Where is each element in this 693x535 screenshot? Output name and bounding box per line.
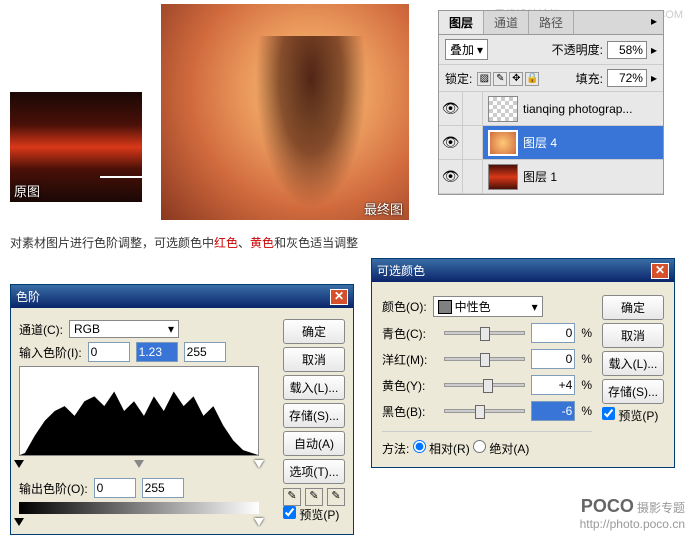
before-image: 原图 bbox=[10, 92, 142, 202]
histogram bbox=[19, 366, 259, 456]
cyan-slider[interactable] bbox=[444, 331, 525, 335]
channel-label: 通道(C): bbox=[19, 321, 63, 338]
fill-label: 填充: bbox=[576, 70, 603, 87]
opacity-label: 不透明度: bbox=[552, 41, 603, 58]
tab-paths[interactable]: 路径 bbox=[529, 11, 574, 34]
dialog-title: 色阶 bbox=[16, 288, 40, 305]
lock-label: 锁定: bbox=[445, 70, 472, 87]
output-shadow[interactable] bbox=[94, 478, 136, 498]
layer-name: tianqing photograp... bbox=[523, 102, 632, 116]
black-value[interactable] bbox=[531, 401, 575, 421]
after-label: 最终图 bbox=[364, 199, 403, 218]
magenta-value[interactable] bbox=[531, 349, 575, 369]
colors-label: 颜色(O): bbox=[382, 298, 427, 315]
input-shadow[interactable] bbox=[88, 342, 130, 362]
layer-name: 图层 1 bbox=[523, 168, 557, 185]
options-button[interactable]: 选项(T)... bbox=[283, 459, 345, 484]
preview-checkbox[interactable]: 预览(P) bbox=[283, 508, 339, 522]
opacity-stepper-icon[interactable]: ▸ bbox=[651, 43, 657, 57]
fill-input[interactable]: 72% bbox=[607, 69, 647, 87]
visibility-toggle[interactable]: 👁 bbox=[439, 92, 463, 125]
lock-buttons[interactable]: ▨✎✥🔒 bbox=[476, 70, 540, 86]
preview-checkbox[interactable]: 预览(P) bbox=[602, 409, 658, 423]
black-label: 黑色(B): bbox=[382, 403, 438, 420]
before-label: 原图 bbox=[14, 181, 40, 200]
method-label: 方法: bbox=[382, 442, 409, 456]
input-levels-label: 输入色阶(I): bbox=[19, 344, 82, 361]
chevron-down-icon: ▾ bbox=[477, 43, 483, 57]
cyan-label: 青色(C): bbox=[382, 325, 438, 342]
layer-row[interactable]: 👁 图层 1 bbox=[439, 160, 663, 194]
yellow-slider[interactable] bbox=[444, 383, 525, 387]
chevron-down-icon: ▾ bbox=[532, 300, 538, 314]
layer-thumbnail bbox=[488, 164, 518, 190]
save-button[interactable]: 存储(S)... bbox=[602, 379, 664, 404]
close-button[interactable]: ✕ bbox=[651, 263, 669, 279]
output-sliders[interactable] bbox=[19, 518, 259, 526]
method-absolute-radio[interactable]: 绝对(A) bbox=[473, 442, 529, 456]
load-button[interactable]: 载入(L)... bbox=[283, 375, 345, 400]
input-sliders[interactable] bbox=[19, 460, 259, 468]
output-gradient bbox=[19, 502, 259, 514]
levels-dialog: 色阶 ✕ 通道(C): RGB▾ 输入色阶(I): 输出色阶(O): 确定 bbox=[10, 284, 354, 535]
method-relative-radio[interactable]: 相对(R) bbox=[413, 442, 470, 456]
visibility-toggle[interactable]: 👁 bbox=[439, 126, 463, 159]
input-gamma[interactable] bbox=[136, 342, 178, 362]
cancel-button[interactable]: 取消 bbox=[602, 323, 664, 348]
tab-layers[interactable]: 图层 bbox=[439, 11, 484, 34]
layers-panel: 图层 通道 路径 ▸ 叠加 ▾ 不透明度: 58%▸ 锁定: ▨✎✥🔒 填充: … bbox=[438, 10, 664, 195]
black-slider[interactable] bbox=[444, 409, 525, 413]
fill-stepper-icon[interactable]: ▸ bbox=[651, 71, 657, 85]
magenta-slider[interactable] bbox=[444, 357, 525, 361]
magenta-label: 洋红(M): bbox=[382, 351, 438, 368]
auto-button[interactable]: 自动(A) bbox=[283, 431, 345, 456]
ok-button[interactable]: 确定 bbox=[602, 295, 664, 320]
tab-channels[interactable]: 通道 bbox=[484, 11, 529, 34]
output-levels-label: 输出色阶(O): bbox=[19, 480, 88, 497]
ok-button[interactable]: 确定 bbox=[283, 319, 345, 344]
visibility-toggle[interactable]: 👁 bbox=[439, 160, 463, 193]
blend-mode-select[interactable]: 叠加 ▾ bbox=[445, 39, 488, 60]
cyan-value[interactable] bbox=[531, 323, 575, 343]
poco-watermark: POCO 摄影专题 http://photo.poco.cn bbox=[580, 496, 685, 531]
cancel-button[interactable]: 取消 bbox=[283, 347, 345, 372]
after-image: 最终图 bbox=[161, 4, 409, 220]
input-highlight[interactable] bbox=[184, 342, 226, 362]
panel-menu-icon[interactable]: ▸ bbox=[645, 11, 663, 34]
swatch-icon bbox=[438, 300, 452, 314]
dialog-title: 可选颜色 bbox=[377, 262, 425, 279]
caption-text: 对素材图片进行色阶调整，可选颜色中红色、黄色和灰色适当调整 bbox=[10, 234, 358, 251]
eyedropper-black-icon[interactable]: ✎ bbox=[283, 488, 301, 506]
eyedropper-gray-icon[interactable]: ✎ bbox=[305, 488, 323, 506]
layer-thumbnail bbox=[488, 130, 518, 156]
layer-name: 图层 4 bbox=[523, 134, 557, 151]
layer-row[interactable]: 👁 图层 4 bbox=[439, 126, 663, 160]
arrow-icon bbox=[100, 176, 160, 178]
layer-thumbnail bbox=[488, 96, 518, 122]
layer-row[interactable]: 👁 tianqing photograp... bbox=[439, 92, 663, 126]
eyedropper-white-icon[interactable]: ✎ bbox=[327, 488, 345, 506]
selective-color-dialog: 可选颜色✕ 颜色(O): 中性色▾ 青色(C):% 洋红(M):% 黄色(Y):… bbox=[371, 258, 675, 468]
output-highlight[interactable] bbox=[142, 478, 184, 498]
yellow-value[interactable] bbox=[531, 375, 575, 395]
save-button[interactable]: 存储(S)... bbox=[283, 403, 345, 428]
channel-select[interactable]: RGB▾ bbox=[69, 320, 179, 338]
close-button[interactable]: ✕ bbox=[330, 289, 348, 305]
yellow-label: 黄色(Y): bbox=[382, 377, 438, 394]
colors-select[interactable]: 中性色▾ bbox=[433, 296, 543, 317]
load-button[interactable]: 载入(L)... bbox=[602, 351, 664, 376]
opacity-input[interactable]: 58% bbox=[607, 41, 647, 59]
chevron-down-icon: ▾ bbox=[168, 322, 174, 336]
